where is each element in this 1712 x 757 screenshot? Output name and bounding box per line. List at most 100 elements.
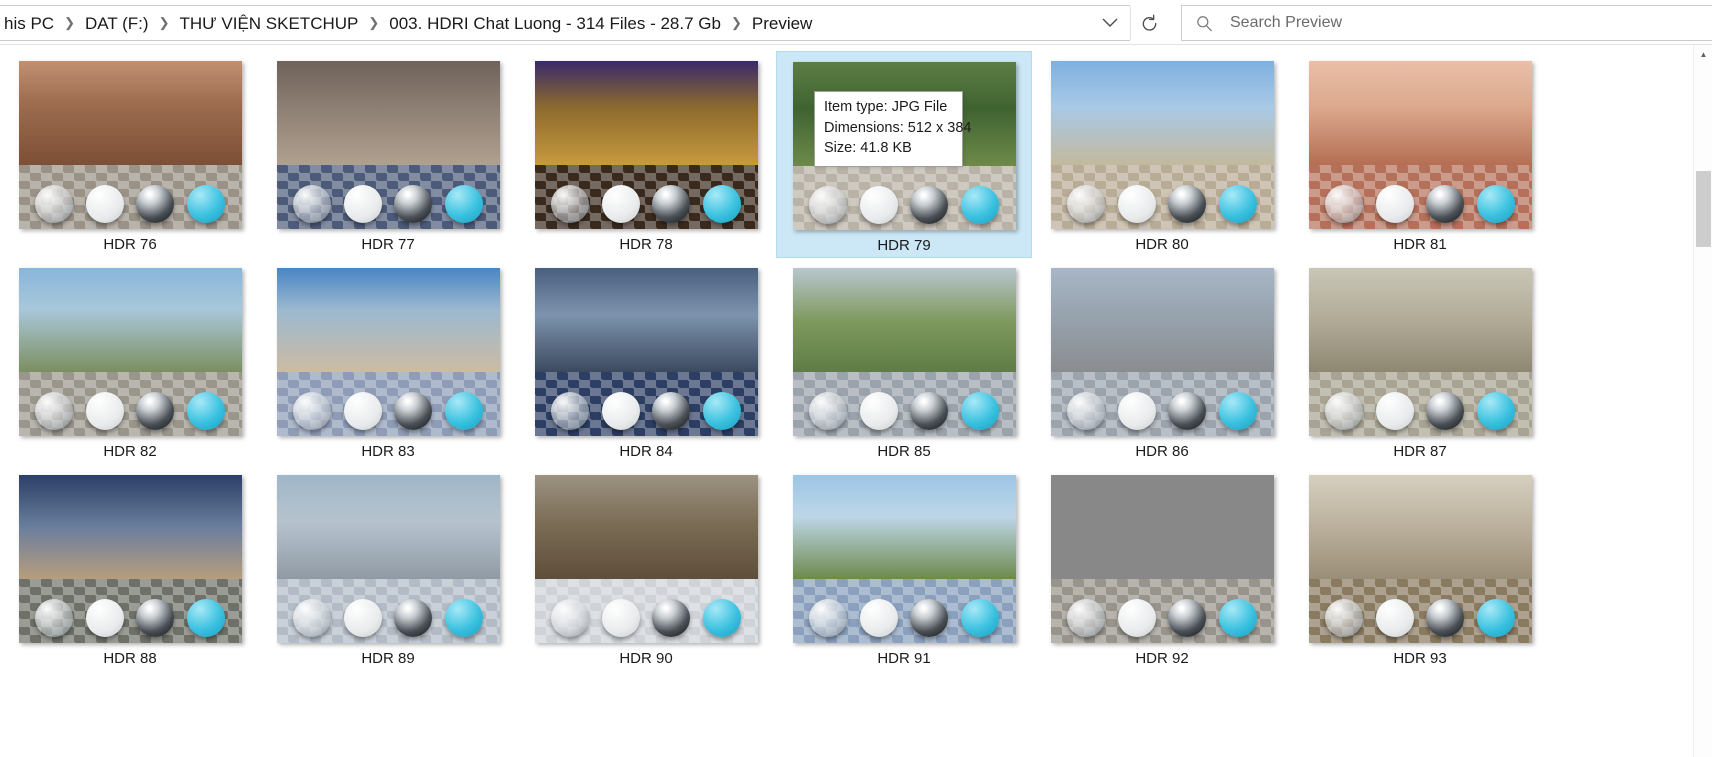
sphere-white: [1117, 392, 1156, 430]
sphere-chrome: [910, 392, 949, 430]
thumbnail-tile[interactable]: HDR 87: [1292, 258, 1548, 465]
thumbnail-sky-region: [276, 475, 500, 580]
breadcrumb-item-thu-vien-sketchup[interactable]: THƯ VIỆN SKETCHUP: [176, 15, 361, 32]
sphere-cyan: [1477, 599, 1516, 637]
thumbnail-image[interactable]: [534, 268, 758, 436]
reference-spheres: [19, 599, 242, 637]
sphere-cyan: [961, 392, 1000, 430]
thumbnail-image[interactable]: [1308, 61, 1532, 229]
thumbnail-image[interactable]: [18, 61, 242, 229]
thumbnail-label: HDR 79: [877, 237, 931, 254]
thumbnail-tile[interactable]: HDR 88: [2, 465, 258, 672]
thumbnail-image[interactable]: [18, 475, 242, 643]
search-box[interactable]: [1181, 5, 1712, 41]
thumbnail-image[interactable]: [1308, 475, 1532, 643]
thumbnail-sky-region: [1050, 268, 1274, 373]
thumbnail-image[interactable]: [792, 268, 1016, 436]
thumbnail-image[interactable]: [1050, 61, 1274, 229]
thumbnail-image[interactable]: [18, 268, 242, 436]
refresh-icon: [1142, 14, 1156, 31]
thumbnail-image[interactable]: [276, 61, 500, 229]
thumbnail-tile[interactable]: HDR 77: [260, 51, 516, 258]
sphere-cyan: [1219, 599, 1258, 637]
thumbnail-tile[interactable]: HDR 84: [518, 258, 774, 465]
thumbnail-tile[interactable]: HDR 86: [1034, 258, 1290, 465]
reference-spheres: [793, 186, 1016, 224]
sphere-cyan: [961, 599, 1000, 637]
sphere-glass: [34, 392, 73, 430]
sphere-cyan: [187, 599, 226, 637]
sphere-white: [1117, 599, 1156, 637]
sphere-glass: [1066, 392, 1105, 430]
reference-spheres: [1051, 185, 1274, 223]
thumbnail-image[interactable]: [534, 61, 758, 229]
sphere-glass: [550, 599, 589, 637]
sphere-chrome: [136, 599, 175, 637]
sphere-cyan: [445, 392, 484, 430]
thumbnail-label: HDR 93: [1393, 650, 1447, 667]
sphere-cyan: [445, 185, 484, 223]
sphere-cyan: [1219, 392, 1258, 430]
breadcrumb-item-hdri-chat-luong[interactable]: 003. HDRI Chat Luong - 314 Files - 28.7 …: [386, 15, 724, 32]
breadcrumb-item-preview[interactable]: Preview: [749, 15, 815, 32]
sphere-white: [601, 599, 640, 637]
thumbnail-image[interactable]: [1050, 268, 1274, 436]
breadcrumb-item-this-pc[interactable]: his PC: [1, 15, 57, 32]
sphere-white: [859, 599, 898, 637]
thumbnail-image[interactable]: [534, 475, 758, 643]
thumbnail-tile[interactable]: HDR 83: [260, 258, 516, 465]
reference-spheres: [793, 392, 1016, 430]
search-icon: [1197, 15, 1212, 31]
thumbnail-tile[interactable]: HDR 90: [518, 465, 774, 672]
thumbnail-sky-region: [534, 475, 758, 580]
reference-spheres: [1051, 599, 1274, 637]
thumbnail-tile[interactable]: HDR 92: [1034, 465, 1290, 672]
thumbnail-tile[interactable]: HDR 91: [776, 465, 1032, 672]
scrollbar-thumb[interactable]: [1696, 171, 1711, 247]
breadcrumb-separator-icon: ❯: [368, 15, 380, 30]
sphere-chrome: [1168, 599, 1207, 637]
thumbnail-tile[interactable]: HDR 89: [260, 465, 516, 672]
refresh-button[interactable]: [1130, 6, 1167, 40]
thumbnail-tile[interactable]: HDR 93: [1292, 465, 1548, 672]
search-input[interactable]: [1230, 14, 1650, 32]
address-history-dropdown-button[interactable]: [1090, 6, 1130, 40]
thumbnail-tile[interactable]: HDR 85: [776, 258, 1032, 465]
sphere-chrome: [652, 392, 691, 430]
thumbnail-tile[interactable]: HDR 78: [518, 51, 774, 258]
thumbnail-sky-region: [1308, 475, 1532, 580]
breadcrumb-item-dat-f[interactable]: DAT (F:): [82, 15, 152, 32]
sphere-glass: [1324, 392, 1363, 430]
breadcrumb[interactable]: his PC ❯ DAT (F:) ❯ THƯ VIỆN SKETCHUP ❯ …: [0, 5, 1130, 41]
thumbnail-image[interactable]: [1050, 475, 1274, 643]
thumbnail-tile[interactable]: HDR 81: [1292, 51, 1548, 258]
breadcrumb-separator-icon: ❯: [158, 15, 170, 30]
reference-spheres: [277, 185, 500, 223]
thumbnail-label: HDR 86: [1135, 443, 1189, 460]
thumbnail-image[interactable]: [276, 475, 500, 643]
vertical-scrollbar[interactable]: ▲: [1693, 45, 1712, 757]
sphere-glass: [550, 392, 589, 430]
thumbnail-tile[interactable]: HDR 82: [2, 258, 258, 465]
thumbnail-sky-region: [276, 268, 500, 373]
thumbnail-sky-region: [1051, 475, 1274, 579]
sphere-white: [859, 186, 898, 224]
reference-spheres: [19, 185, 242, 223]
thumbnail-label: HDR 84: [619, 443, 673, 460]
sphere-glass: [292, 392, 331, 430]
thumbnail-label: HDR 88: [103, 650, 157, 667]
thumbnail-image[interactable]: [792, 475, 1016, 643]
sphere-chrome: [1426, 392, 1465, 430]
thumbnail-tile[interactable]: HDR 76: [2, 51, 258, 258]
thumbnail-sky-region: [1050, 61, 1274, 166]
chevron-down-icon: [1102, 18, 1118, 27]
scroll-up-arrow-icon[interactable]: ▲: [1694, 45, 1712, 64]
thumbnail-tile[interactable]: HDR 80: [1034, 51, 1290, 258]
thumbnail-image[interactable]: [1308, 268, 1532, 436]
sphere-glass: [1324, 185, 1363, 223]
reference-spheres: [19, 392, 242, 430]
thumbnail-label: HDR 76: [103, 236, 157, 253]
thumbnail-image[interactable]: [276, 268, 500, 436]
thumbnail-label: HDR 92: [1135, 650, 1189, 667]
sphere-glass: [1066, 185, 1105, 223]
